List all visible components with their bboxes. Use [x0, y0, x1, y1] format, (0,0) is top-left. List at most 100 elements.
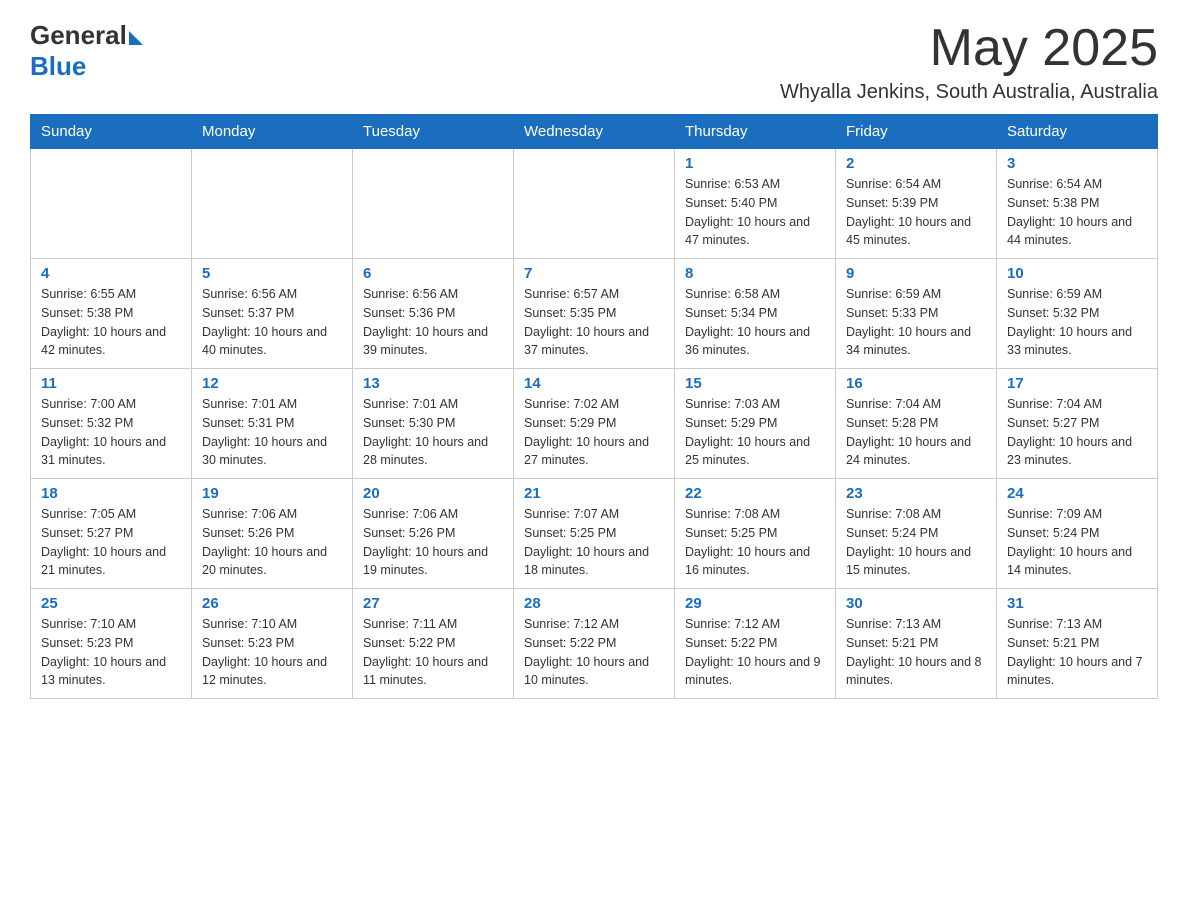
day-info: Sunrise: 7:00 AMSunset: 5:32 PMDaylight:…: [41, 395, 181, 470]
day-number: 1: [685, 155, 825, 172]
day-number: 2: [846, 155, 986, 172]
day-info: Sunrise: 7:06 AMSunset: 5:26 PMDaylight:…: [202, 505, 342, 580]
calendar-cell: 11 Sunrise: 7:00 AMSunset: 5:32 PMDayligh…: [31, 369, 192, 479]
weekday-header-tuesday: Tuesday: [353, 115, 514, 149]
day-info: Sunrise: 6:57 AMSunset: 5:35 PMDaylight:…: [524, 285, 664, 360]
day-number: 23: [846, 485, 986, 502]
calendar-cell: 16 Sunrise: 7:04 AMSunset: 5:28 PMDayligh…: [836, 369, 997, 479]
calendar-cell: 5 Sunrise: 6:56 AMSunset: 5:37 PMDaylight…: [192, 259, 353, 369]
day-number: 31: [1007, 595, 1147, 612]
calendar-cell: 8Sunrise: 6:58 AMSunset: 5:34 PMDaylight…: [675, 259, 836, 369]
calendar-cell: 12 Sunrise: 7:01 AMSunset: 5:31 PMDayligh…: [192, 369, 353, 479]
day-number: 19: [202, 485, 342, 502]
calendar-cell: 9 Sunrise: 6:59 AMSunset: 5:33 PMDaylight…: [836, 259, 997, 369]
day-number: 30: [846, 595, 986, 612]
day-info: Sunrise: 6:53 AMSunset: 5:40 PMDaylight:…: [685, 175, 825, 250]
logo-arrow-icon: [129, 31, 143, 45]
day-number: 7: [524, 265, 664, 282]
day-number: 9: [846, 265, 986, 282]
week-row-2: 4Sunrise: 6:55 AMSunset: 5:38 PMDaylight…: [31, 259, 1158, 369]
logo-blue-text: Blue: [30, 51, 86, 82]
weekday-header-wednesday: Wednesday: [514, 115, 675, 149]
day-info: Sunrise: 7:03 AMSunset: 5:29 PMDaylight:…: [685, 395, 825, 470]
logo-general-text: General: [30, 20, 127, 51]
calendar-cell: 20 Sunrise: 7:06 AMSunset: 5:26 PMDayligh…: [353, 479, 514, 589]
day-info: Sunrise: 6:59 AMSunset: 5:32 PMDaylight:…: [1007, 285, 1147, 360]
day-info: Sunrise: 7:13 AMSunset: 5:21 PMDaylight:…: [1007, 615, 1147, 690]
calendar-cell: 29 Sunrise: 7:12 AMSunset: 5:22 PMDayligh…: [675, 589, 836, 699]
weekday-header-saturday: Saturday: [997, 115, 1158, 149]
day-number: 10: [1007, 265, 1147, 282]
calendar-cell: 7 Sunrise: 6:57 AMSunset: 5:35 PMDaylight…: [514, 259, 675, 369]
title-section: May 2025 Whyalla Jenkins, South Australi…: [780, 20, 1158, 104]
calendar-cell: 4Sunrise: 6:55 AMSunset: 5:38 PMDaylight…: [31, 259, 192, 369]
calendar-cell: 6 Sunrise: 6:56 AMSunset: 5:36 PMDaylight…: [353, 259, 514, 369]
day-info: Sunrise: 7:04 AMSunset: 5:27 PMDaylight:…: [1007, 395, 1147, 470]
calendar-cell: 23 Sunrise: 7:08 AMSunset: 5:24 PMDayligh…: [836, 479, 997, 589]
day-info: Sunrise: 6:54 AMSunset: 5:39 PMDaylight:…: [846, 175, 986, 250]
calendar-cell: 30Sunrise: 7:13 AMSunset: 5:21 PMDayligh…: [836, 589, 997, 699]
day-number: 11: [41, 375, 181, 392]
calendar-cell: 19 Sunrise: 7:06 AMSunset: 5:26 PMDayligh…: [192, 479, 353, 589]
day-info: Sunrise: 6:59 AMSunset: 5:33 PMDaylight:…: [846, 285, 986, 360]
day-info: Sunrise: 6:54 AMSunset: 5:38 PMDaylight:…: [1007, 175, 1147, 250]
day-number: 8: [685, 265, 825, 282]
day-number: 26: [202, 595, 342, 612]
day-number: 5: [202, 265, 342, 282]
calendar-cell: 27 Sunrise: 7:11 AMSunset: 5:22 PMDayligh…: [353, 589, 514, 699]
day-info: Sunrise: 7:10 AMSunset: 5:23 PMDaylight:…: [202, 615, 342, 690]
day-number: 15: [685, 375, 825, 392]
day-info: Sunrise: 7:09 AMSunset: 5:24 PMDaylight:…: [1007, 505, 1147, 580]
calendar-cell: 21 Sunrise: 7:07 AMSunset: 5:25 PMDayligh…: [514, 479, 675, 589]
day-info: Sunrise: 7:10 AMSunset: 5:23 PMDaylight:…: [41, 615, 181, 690]
week-row-5: 25Sunrise: 7:10 AMSunset: 5:23 PMDayligh…: [31, 589, 1158, 699]
calendar-cell: 18 Sunrise: 7:05 AMSunset: 5:27 PMDayligh…: [31, 479, 192, 589]
day-number: 17: [1007, 375, 1147, 392]
day-number: 20: [363, 485, 503, 502]
calendar-cell: 3 Sunrise: 6:54 AMSunset: 5:38 PMDaylight…: [997, 149, 1158, 259]
day-info: Sunrise: 7:12 AMSunset: 5:22 PMDaylight:…: [685, 615, 825, 690]
day-info: Sunrise: 7:04 AMSunset: 5:28 PMDaylight:…: [846, 395, 986, 470]
day-info: Sunrise: 7:08 AMSunset: 5:24 PMDaylight:…: [846, 505, 986, 580]
day-number: 3: [1007, 155, 1147, 172]
day-number: 16: [846, 375, 986, 392]
logo: General Blue: [30, 20, 143, 82]
calendar-cell: 31 Sunrise: 7:13 AMSunset: 5:21 PMDayligh…: [997, 589, 1158, 699]
day-number: 24: [1007, 485, 1147, 502]
page-header: General Blue May 2025 Whyalla Jenkins, S…: [30, 20, 1158, 104]
day-info: Sunrise: 7:05 AMSunset: 5:27 PMDaylight:…: [41, 505, 181, 580]
day-info: Sunrise: 7:02 AMSunset: 5:29 PMDaylight:…: [524, 395, 664, 470]
calendar-cell: 17 Sunrise: 7:04 AMSunset: 5:27 PMDayligh…: [997, 369, 1158, 479]
day-number: 29: [685, 595, 825, 612]
weekday-header-sunday: Sunday: [31, 115, 192, 149]
day-number: 14: [524, 375, 664, 392]
day-info: Sunrise: 7:07 AMSunset: 5:25 PMDaylight:…: [524, 505, 664, 580]
day-info: Sunrise: 6:56 AMSunset: 5:36 PMDaylight:…: [363, 285, 503, 360]
calendar-cell: 13Sunrise: 7:01 AMSunset: 5:30 PMDayligh…: [353, 369, 514, 479]
day-info: Sunrise: 7:01 AMSunset: 5:31 PMDaylight:…: [202, 395, 342, 470]
day-number: 6: [363, 265, 503, 282]
day-info: Sunrise: 7:12 AMSunset: 5:22 PMDaylight:…: [524, 615, 664, 690]
calendar-cell: 2 Sunrise: 6:54 AMSunset: 5:39 PMDaylight…: [836, 149, 997, 259]
day-info: Sunrise: 6:55 AMSunset: 5:38 PMDaylight:…: [41, 285, 181, 360]
day-info: Sunrise: 6:56 AMSunset: 5:37 PMDaylight:…: [202, 285, 342, 360]
day-number: 27: [363, 595, 503, 612]
calendar-cell: 25Sunrise: 7:10 AMSunset: 5:23 PMDayligh…: [31, 589, 192, 699]
calendar-cell: 10 Sunrise: 6:59 AMSunset: 5:32 PMDayligh…: [997, 259, 1158, 369]
calendar-cell: [31, 149, 192, 259]
location-title: Whyalla Jenkins, South Australia, Austra…: [780, 81, 1158, 104]
calendar-cell: 15 Sunrise: 7:03 AMSunset: 5:29 PMDayligh…: [675, 369, 836, 479]
calendar-cell: 24 Sunrise: 7:09 AMSunset: 5:24 PMDayligh…: [997, 479, 1158, 589]
weekday-header-row: SundayMondayTuesdayWednesdayThursdayFrid…: [31, 115, 1158, 149]
day-number: 21: [524, 485, 664, 502]
day-info: Sunrise: 7:11 AMSunset: 5:22 PMDaylight:…: [363, 615, 503, 690]
calendar-cell: 26 Sunrise: 7:10 AMSunset: 5:23 PMDayligh…: [192, 589, 353, 699]
calendar-cell: 28Sunrise: 7:12 AMSunset: 5:22 PMDayligh…: [514, 589, 675, 699]
calendar-cell: 1 Sunrise: 6:53 AMSunset: 5:40 PMDaylight…: [675, 149, 836, 259]
day-info: Sunrise: 7:06 AMSunset: 5:26 PMDaylight:…: [363, 505, 503, 580]
day-info: Sunrise: 7:01 AMSunset: 5:30 PMDaylight:…: [363, 395, 503, 470]
day-number: 18: [41, 485, 181, 502]
day-number: 12: [202, 375, 342, 392]
calendar-cell: [353, 149, 514, 259]
day-number: 22: [685, 485, 825, 502]
